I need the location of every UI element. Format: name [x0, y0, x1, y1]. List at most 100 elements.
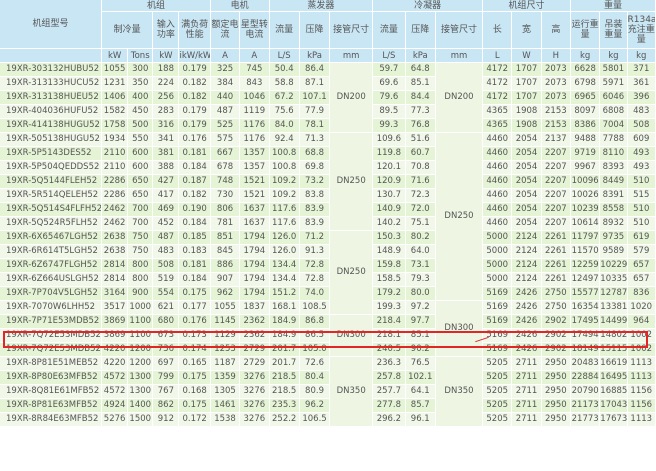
- value-cell: 4172: [482, 90, 513, 105]
- value-cell: 1187: [210, 356, 241, 371]
- value-cell: 188: [152, 62, 180, 77]
- table-row: 19XR-5Q5144FLEH52 2286 650 427 0.187 748 1521 1…: [0, 174, 656, 189]
- value-cell: 0.184: [178, 216, 211, 231]
- value-cell: 843: [239, 76, 270, 91]
- value-cell: 700: [127, 216, 154, 231]
- table-row: 19XR-505138HUGU52 1934 550 341 0.176 575 1176 9…: [0, 132, 656, 301]
- value-cell: 1406: [101, 90, 129, 105]
- value-cell: 75.1: [405, 216, 436, 231]
- value-cell: 2950: [541, 356, 572, 371]
- unit-cell: ikW/kW: [178, 48, 211, 63]
- value-cell: 500: [127, 118, 154, 133]
- model-cell: 19XR-8Q81E61MFB52: [0, 384, 103, 399]
- value-cell: 0.175: [178, 286, 211, 301]
- value-cell: 0.187: [178, 174, 211, 189]
- value-cell: 0.177: [178, 300, 211, 315]
- value-cell: 1113: [627, 412, 656, 427]
- value-cell: 5169: [482, 328, 513, 343]
- value-cell: 483: [627, 104, 656, 119]
- value-cell: 1521: [239, 174, 270, 189]
- value-cell: 10096: [570, 174, 601, 189]
- value-cell: 8110: [599, 146, 628, 161]
- value-cell: 184.9: [269, 328, 300, 343]
- value-cell: 2426: [511, 300, 542, 315]
- value-cell: 2054: [511, 174, 542, 189]
- value-cell: 2638: [101, 244, 129, 259]
- value-cell: 1055: [101, 62, 129, 77]
- value-cell: 7788: [599, 132, 628, 147]
- model-cell: 19XR-8P81E51MEB52: [0, 356, 103, 371]
- value-cell: 1200: [127, 342, 154, 357]
- value-cell: 427: [152, 174, 180, 189]
- value-cell: 619: [627, 230, 656, 245]
- group-dimensions: 机组尺寸: [482, 0, 571, 12]
- value-cell: 3276: [239, 398, 270, 413]
- value-cell: 10614: [570, 216, 601, 231]
- value-cell: 96.2: [299, 398, 331, 413]
- value-cell: 8097: [570, 104, 601, 119]
- table-row: 19XR-5P504QEDDS52 2110 600 388 0.184 678 1357 1…: [0, 160, 656, 175]
- value-cell: 134.4: [269, 258, 300, 273]
- value-cell: 469: [152, 202, 180, 217]
- value-cell: 0.185: [178, 230, 211, 245]
- value-cell: 745: [239, 62, 270, 77]
- value-cell: 2110: [101, 160, 129, 175]
- value-cell: 2638: [101, 230, 129, 245]
- value-cell: 2729: [239, 356, 270, 371]
- value-cell: 2462: [101, 216, 129, 231]
- value-cell: 16619: [599, 356, 628, 371]
- value-cell: 179.2: [372, 286, 406, 301]
- group-evaporator: 蒸发器: [269, 0, 374, 12]
- unit-cell: kW: [152, 48, 180, 63]
- col-capacity: 制冷量: [101, 11, 154, 49]
- col-cond-pd: 压降: [405, 11, 436, 49]
- value-cell: 8391: [599, 188, 628, 203]
- value-cell: 117.6: [269, 216, 300, 231]
- value-cell: 1794: [239, 258, 270, 273]
- value-cell: 2207: [541, 174, 572, 189]
- value-cell: 8393: [599, 160, 628, 175]
- value-cell: 91.3: [299, 244, 331, 259]
- value-cell: 900: [127, 286, 154, 301]
- value-cell: 1176: [239, 132, 270, 147]
- value-cell: 4572: [101, 370, 129, 385]
- model-cell: 19XR-313138HUEU52: [0, 90, 103, 105]
- value-cell: 4172: [482, 62, 513, 77]
- value-cell: 89.5: [372, 104, 406, 119]
- table-row: 19XR-7Q72E53MDB52 4220 1200 736 0.174 1253 272…: [0, 342, 656, 357]
- value-cell: 105.0: [299, 342, 331, 357]
- value-cell: 126.0: [269, 244, 300, 259]
- value-cell: 84.4: [405, 90, 436, 105]
- value-cell: 1934: [101, 132, 129, 147]
- value-cell: 2711: [511, 356, 542, 371]
- value-cell: 700: [127, 202, 154, 217]
- value-cell: 1637: [239, 216, 270, 231]
- table-row: 19XR-6R614T5LGH52 2638 750 483 0.183 845 1794 1…: [0, 244, 656, 259]
- value-cell: 2750: [541, 300, 572, 315]
- table-row: 19XR-5Q514S4FLFH52 2462 700 469 0.190 806 1637…: [0, 202, 656, 217]
- col-model: 机组型号: [0, 0, 103, 49]
- value-cell: 77.3: [405, 104, 436, 119]
- value-cell: 16354: [570, 300, 601, 315]
- value-cell: 4460: [482, 216, 513, 231]
- value-cell: 201.7: [269, 356, 300, 371]
- value-cell: 1707: [511, 62, 542, 77]
- value-cell: 10229: [599, 258, 628, 273]
- value-cell: 59.7: [372, 62, 406, 77]
- value-cell: 650: [127, 174, 154, 189]
- value-cell: 2207: [541, 160, 572, 175]
- value-cell: 510: [627, 216, 656, 231]
- value-cell: 5205: [482, 412, 513, 427]
- value-cell: 5169: [482, 342, 513, 357]
- value-cell: 678: [210, 160, 241, 175]
- evap-pipe-size: DN300: [329, 314, 374, 357]
- model-cell: 19XR-5Q5144FLEH52: [0, 174, 103, 189]
- value-cell: 680: [152, 314, 180, 329]
- unit-cell: mm: [329, 48, 374, 63]
- cond-pipe-size: DN250: [435, 132, 484, 301]
- value-cell: 0.184: [178, 272, 211, 287]
- value-cell: 79.3: [405, 272, 436, 287]
- value-cell: 13381: [599, 300, 628, 315]
- value-cell: 5205: [482, 356, 513, 371]
- value-cell: 5169: [482, 286, 513, 301]
